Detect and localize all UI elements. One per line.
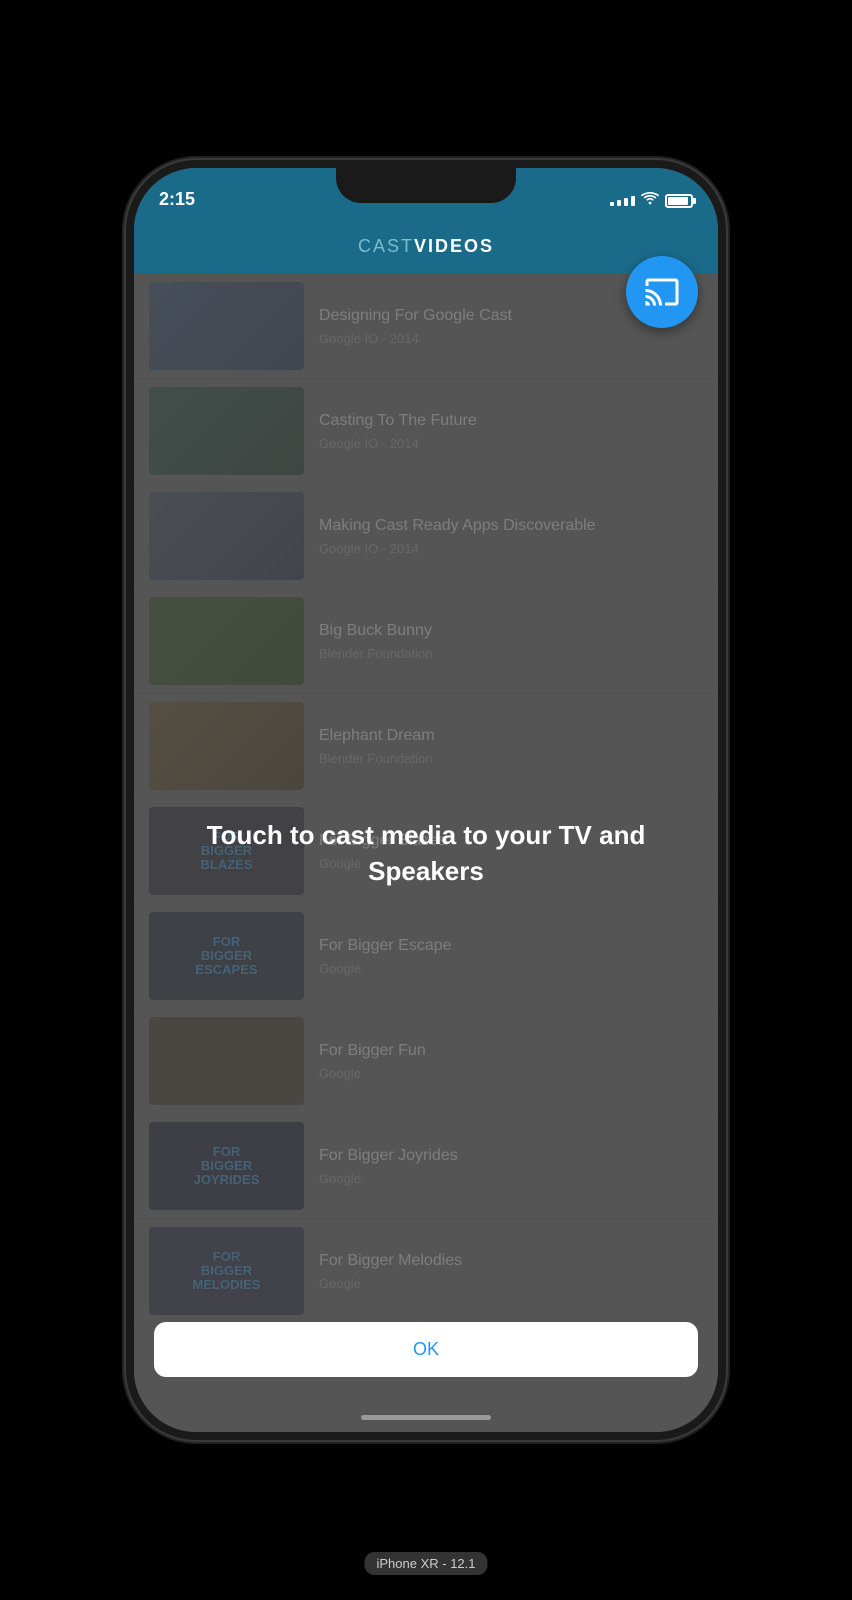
app-header: CASTVIDEOS [134, 218, 718, 274]
phone-frame: 2:15 [0, 0, 852, 1600]
battery-icon [665, 194, 693, 208]
status-icons [610, 191, 693, 210]
content-area: Designing For Google Cast Google IO - 20… [134, 274, 718, 1432]
signal-icon [610, 196, 635, 206]
cast-icon [644, 274, 680, 310]
wifi-icon [641, 191, 659, 210]
home-indicator [361, 1415, 491, 1420]
device-label: iPhone XR - 12.1 [364, 1552, 487, 1575]
cast-button[interactable] [626, 256, 698, 328]
ok-button-container: OK [134, 1322, 718, 1377]
phone-body: 2:15 [126, 160, 726, 1440]
app-title-bold: VIDEOS [414, 236, 494, 256]
notch [336, 168, 516, 203]
status-time: 2:15 [159, 189, 195, 210]
app-title: CASTVIDEOS [358, 236, 494, 257]
tooltip-overlay: Touch to cast media to your TV and Speak… [134, 274, 718, 1432]
screen: 2:15 [134, 168, 718, 1432]
ok-label: OK [413, 1339, 439, 1360]
ok-button[interactable]: OK [154, 1322, 698, 1377]
app-title-light: CAST [358, 236, 414, 256]
tooltip-text: Touch to cast media to your TV and Speak… [134, 817, 718, 890]
